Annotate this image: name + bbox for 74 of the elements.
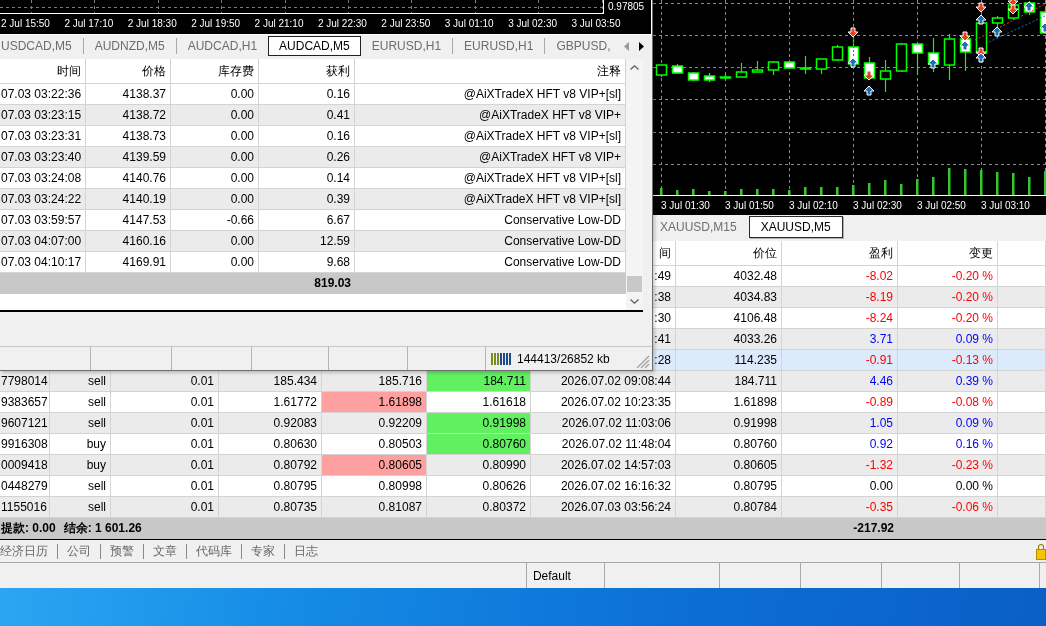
table-cell: 1.61898 [322, 392, 427, 413]
table-row[interactable]: 0448279 sell 0.01 0.80795 0.80998 0.80626 2026.07.02 16:16:32 0.80795 0.00 0.00 % [0, 476, 1046, 497]
column-header[interactable]: 间 [659, 246, 671, 260]
resize-grip-icon[interactable] [636, 354, 650, 369]
status-text: Default [532, 568, 571, 583]
time-axis-label: 2 Jul 21:10 [254, 18, 304, 30]
status-text: 144413/26852 kb [517, 351, 610, 366]
time-axis-label: 3 Jul 02:30 [853, 200, 902, 212]
time-axis-label: 3 Jul 01:30 [661, 200, 710, 212]
summary-text: 结余: 1 601.26 [63, 520, 142, 537]
time-axis-label: 3 Jul 01:10 [444, 18, 494, 30]
table-cell: 184.711 [427, 371, 531, 392]
panel-tab[interactable]: 代码库 [187, 541, 241, 561]
table-cell: 2026.07.02 16:16:32 [560, 479, 671, 493]
time-axis-label: 3 Jul 02:10 [789, 200, 838, 212]
padlock-icon[interactable] [1036, 542, 1046, 560]
time-axis-label: 2 Jul 19:50 [191, 18, 241, 30]
time-axis-label: 3 Jul 02:30 [508, 18, 558, 30]
panel-tab[interactable]: 日志 [285, 541, 327, 561]
table-cell: 2026.07.02 10:23:35 [560, 395, 671, 409]
time-axis-label: 2 Jul 18:30 [127, 18, 177, 30]
chart-tab[interactable]: USDCAD,M5 [0, 36, 83, 56]
chevron-up-icon [630, 65, 639, 70]
chart-tab[interactable]: AUDCAD,M5 [268, 36, 361, 56]
chart-tab[interactable]: GBPUSD, [545, 36, 622, 56]
bar-meter-icon [491, 352, 512, 365]
table-cell: 2026.07.02 14:57:03 [560, 458, 671, 472]
table-cell: :30 [654, 311, 671, 325]
table-cell: 2026.07.03 03:56:24 [560, 500, 671, 514]
table-cell: :49 [654, 269, 671, 283]
table-cell: :38 [654, 290, 671, 304]
panel-tab[interactable]: 文章 [144, 541, 186, 561]
table-cell: 0.80605 [322, 455, 427, 476]
chart-tab[interactable]: XAUUSD,M5 [748, 216, 843, 238]
panel-tab[interactable]: 公司 [58, 541, 100, 561]
summary-text: 提款: 0.00 [1, 520, 56, 537]
table-row[interactable]: 0009418 buy 0.01 0.80792 0.80605 0.80990 2026.07.02 14:57:03 0.80605 -1.32 -0.23 % [0, 455, 1046, 476]
time-axis-label: 2 Jul 17:10 [64, 18, 114, 30]
table-cell: 2026.07.02 11:03:06 [561, 416, 671, 430]
chart-tab[interactable]: XAUUSD,M15 [653, 216, 749, 238]
table-cell: :28 [654, 353, 671, 367]
time-axis-label: 3 Jul 02:50 [917, 200, 966, 212]
panel-tab[interactable]: 经济日历 [0, 541, 57, 561]
table-cell: 0.91998 [427, 413, 531, 434]
table-cell: :41 [654, 332, 671, 346]
table-cell-text: -217.92 [852, 520, 895, 537]
table-cell: 2026.07.02 09:08:44 [560, 374, 671, 388]
table-cell-text: 819.03 [313, 275, 352, 292]
price-label: 0.97805 [608, 1, 645, 13]
scroll-right-button[interactable] [637, 41, 646, 52]
chevron-down-icon [630, 299, 639, 304]
chart-tab[interactable]: EURUSD,H1 [453, 36, 545, 56]
scrollbar-thumb[interactable] [627, 276, 642, 292]
table-row[interactable]: 9607121 sell 0.01 0.92083 0.92209 0.91998 2026.07.02 11:03:06 0.91998 1.05 0.09 % [0, 413, 1046, 434]
table-cell: 2026.07.02 11:48:04 [561, 437, 671, 451]
time-axis-label: 3 Jul 01:50 [725, 200, 774, 212]
time-axis-label: 3 Jul 03:50 [571, 18, 621, 30]
panel-tab[interactable]: 专家 [242, 541, 284, 561]
table-row[interactable]: 7798014 sell 0.01 185.434 185.716 184.711 2026.07.02 09:08:44 184.711 4.46 0.39 % [0, 371, 1046, 392]
table-row[interactable]: 9916308 buy 0.01 0.80630 0.80503 0.80760 2026.07.02 11:48:04 0.80760 0.92 0.16 % [0, 434, 1046, 455]
chart-tab[interactable]: AUDNZD,M5 [83, 36, 176, 56]
scrollbar[interactable] [626, 59, 643, 310]
triangle-right-icon [638, 42, 645, 51]
time-axis-label: 2 Jul 23:50 [381, 18, 431, 30]
time-axis-label: 3 Jul 03:10 [981, 200, 1030, 212]
chart-tab[interactable]: EURUSD,H1 [360, 36, 453, 56]
table-cell: 0.80760 [427, 434, 531, 455]
time-axis-label: 2 Jul 22:30 [317, 18, 367, 30]
chart-tab[interactable]: AUDCAD,H1 [176, 36, 269, 56]
time-axis-label: 2 Jul 15:50 [1, 18, 50, 30]
triangle-left-icon [623, 42, 630, 51]
panel-tab[interactable]: 预警 [101, 541, 143, 561]
table-row[interactable]: 1155016 sell 0.01 0.80735 0.81087 0.80372 2026.07.03 03:56:24 0.80784 -0.35 -0.06 % [0, 497, 1046, 518]
table-row[interactable]: 9383657 sell 0.01 1.61772 1.61898 1.61618 2026.07.02 10:23:35 1.61898 -0.89 -0.08 % [0, 392, 1046, 413]
